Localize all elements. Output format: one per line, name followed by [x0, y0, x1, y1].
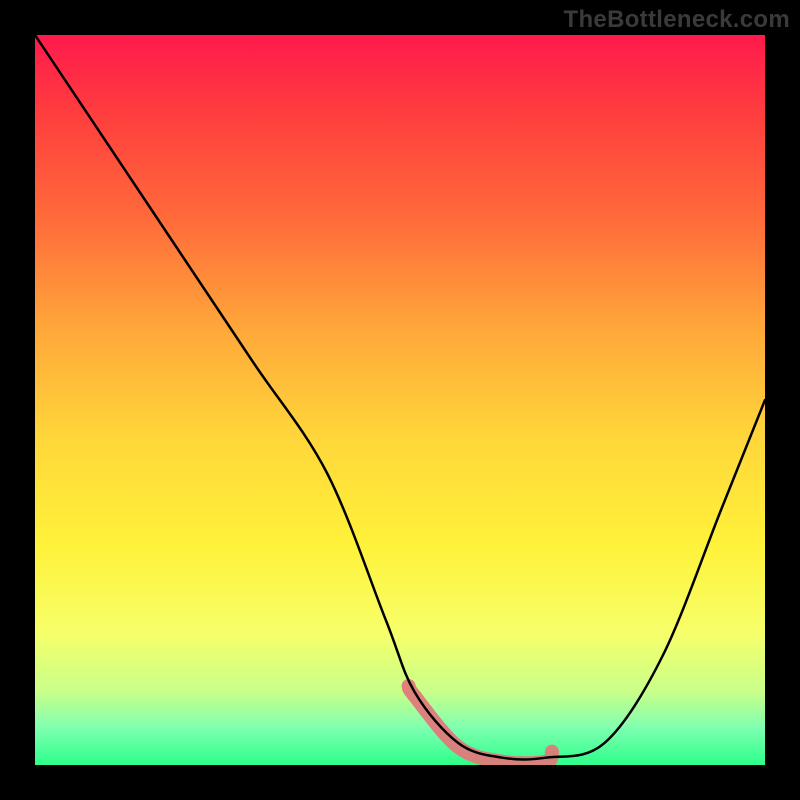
highlight-region	[409, 686, 552, 763]
bottleneck-curve	[35, 35, 765, 760]
watermark-text: TheBottleneck.com	[564, 6, 790, 34]
chart-overlay	[35, 35, 765, 765]
chart-frame: TheBottleneck.com	[0, 0, 800, 800]
